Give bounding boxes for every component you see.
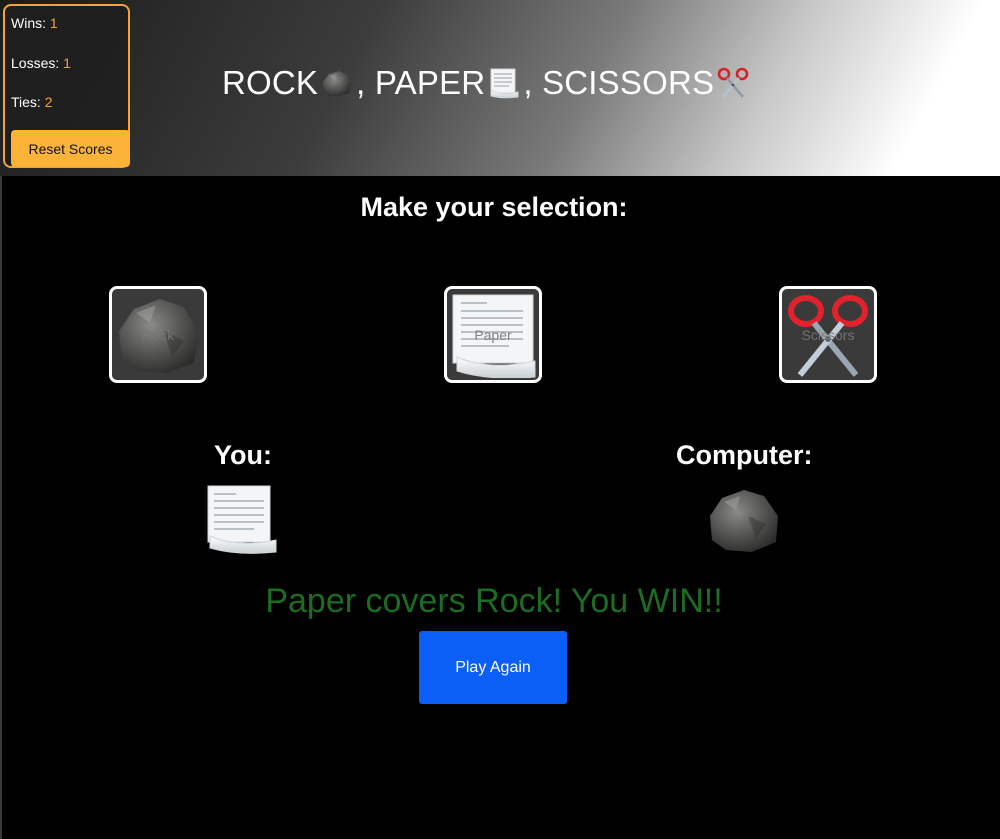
ties-row: Ties: 2: [11, 94, 53, 110]
page-title: ROCK , PAPER , SCISSORS: [222, 64, 752, 102]
computer-pick-rock-icon: [706, 486, 782, 559]
scissors-choice-label: Scissors: [801, 326, 855, 343]
rock-icon: [320, 66, 354, 100]
result-message: Paper covers Rock! You WIN!!: [265, 582, 723, 620]
losses-label: Losses:: [11, 55, 60, 71]
paper-icon: [487, 66, 521, 100]
title-scissors: , SCISSORS: [523, 64, 715, 101]
ties-count: 2: [44, 94, 53, 110]
paper-choice-label: Paper: [474, 326, 512, 343]
scoreboard: Wins: 1 Losses: 1 Ties: 2 Reset Scores: [3, 4, 130, 168]
paper-choice-button[interactable]: Paper: [444, 286, 542, 383]
ties-label: Ties:: [11, 94, 41, 110]
rock-choice-label: Rock: [142, 326, 174, 343]
you-heading: You:: [214, 440, 272, 470]
reset-scores-button[interactable]: Reset Scores: [11, 130, 130, 167]
scissors-choice-button[interactable]: Scissors: [779, 286, 877, 383]
rock-choice-button[interactable]: Rock: [109, 286, 207, 383]
wins-row: Wins: 1: [11, 15, 58, 31]
wins-count: 1: [49, 15, 58, 31]
play-again-button[interactable]: Play Again: [419, 631, 567, 704]
you-pick-paper-icon: [204, 484, 278, 559]
selection-prompt: Make your selection:: [360, 192, 628, 222]
title-paper: , PAPER: [356, 64, 486, 101]
losses-row: Losses: 1: [11, 55, 71, 71]
computer-heading: Computer:: [676, 440, 813, 470]
wins-label: Wins:: [11, 15, 46, 31]
title-rock: ROCK: [222, 64, 319, 101]
scissors-icon: [716, 66, 750, 100]
left-border: [0, 176, 2, 839]
losses-count: 1: [63, 55, 71, 71]
